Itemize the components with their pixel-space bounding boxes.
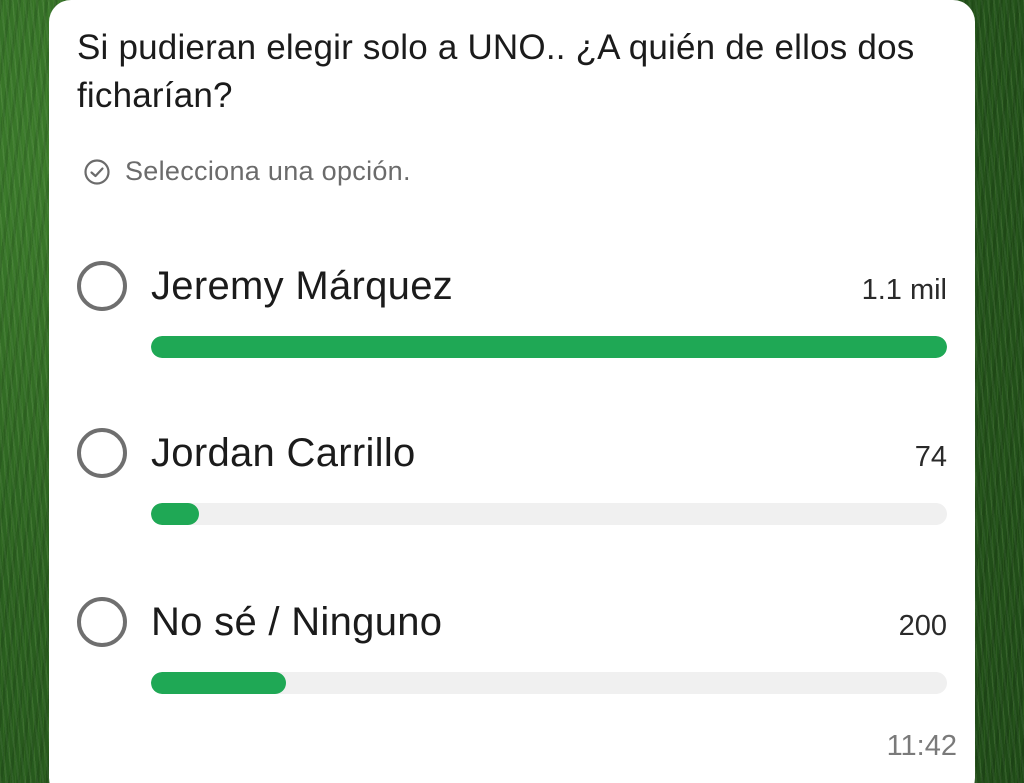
poll-question: Si pudieran elegir solo a UNO.. ¿A quién… [77, 28, 915, 115]
vote-count: 200 [898, 610, 947, 642]
poll-hint-text: Selecciona una opción. [125, 156, 411, 186]
radio-button[interactable] [77, 597, 127, 647]
check-circle-icon [83, 158, 111, 186]
vote-progress-fill [151, 672, 287, 694]
message-timestamp: 11:42 [886, 730, 957, 762]
radio-button[interactable] [77, 428, 127, 478]
vote-progress-fill [151, 336, 947, 358]
poll-option-jeremy-marquez[interactable]: Jeremy Márquez 1.1 mil [77, 258, 947, 368]
poll-card: Si pudieran elegir solo a UNO.. ¿A quién… [49, 0, 975, 783]
vote-count: 1.1 mil [861, 274, 947, 306]
vote-progress-track [151, 336, 947, 358]
poll-option-no-se-ninguno[interactable]: No sé / Ninguno 200 [77, 594, 947, 704]
radio-button[interactable] [77, 261, 127, 311]
vote-progress-track [151, 503, 947, 525]
vote-progress-fill [151, 503, 199, 525]
vote-count: 74 [914, 441, 947, 473]
option-label: Jordan Carrillo [151, 431, 416, 475]
option-label: No sé / Ninguno [151, 600, 443, 644]
poll-hint: Selecciona una opción. [83, 156, 411, 187]
option-label: Jeremy Márquez [151, 264, 454, 308]
vote-progress-track [151, 672, 947, 694]
poll-option-jordan-carrillo[interactable]: Jordan Carrillo 74 [77, 425, 947, 535]
